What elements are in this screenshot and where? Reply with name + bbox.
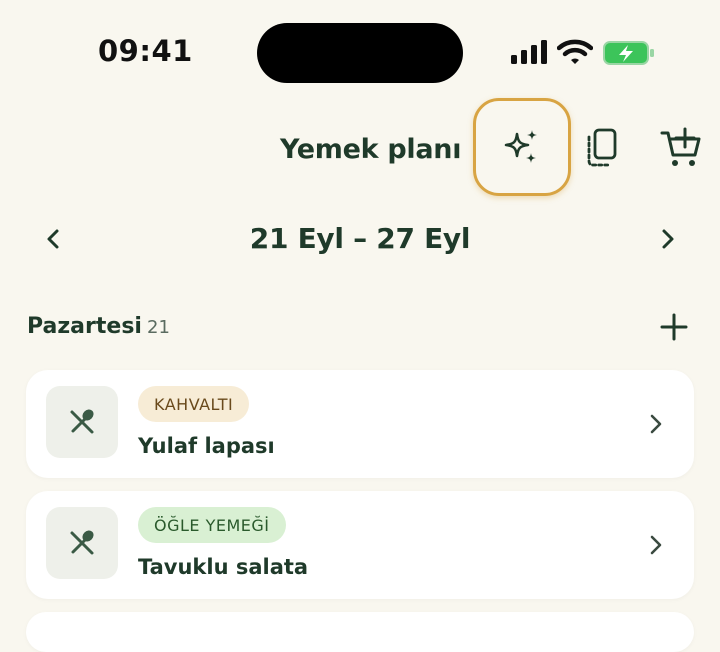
- day-number: 21: [147, 317, 170, 338]
- meal-thumbnail: [46, 507, 118, 579]
- chevron-right-icon: [650, 535, 662, 555]
- meal-card[interactable]: KAHVALTI Yulaf lapası: [26, 370, 694, 478]
- meal-type-badge: KAHVALTI: [138, 386, 250, 422]
- copy-icon: [587, 128, 617, 167]
- copy-week-button[interactable]: [578, 124, 624, 172]
- meal-name: Yulaf lapası: [138, 434, 275, 458]
- wifi-icon: [557, 39, 593, 64]
- add-to-cart-button[interactable]: [656, 124, 706, 172]
- page-title: Yemek planı: [280, 134, 462, 165]
- meal-type-badge: ÖĞLE YEMEĞİ: [138, 507, 286, 543]
- ai-suggest-button[interactable]: [473, 98, 571, 196]
- chevron-right-icon: [650, 414, 662, 434]
- dynamic-island: [257, 23, 463, 83]
- fork-spoon-icon: [70, 409, 94, 434]
- status-time: 09:41: [98, 34, 193, 68]
- cellular-signal-icon: [511, 40, 547, 64]
- chevron-right-icon[interactable]: [653, 224, 683, 254]
- add-meal-button[interactable]: [656, 309, 692, 345]
- cart-add-icon: [660, 127, 701, 166]
- week-range: 21 Eyl – 27 Eyl: [249, 222, 471, 255]
- battery-charging-icon: [603, 41, 654, 65]
- fork-spoon-icon: [70, 530, 94, 555]
- sparkle-icon: [504, 130, 537, 163]
- meal-card[interactable]: ÖĞLE YEMEĞİ Tavuklu salata: [26, 491, 694, 599]
- day-name: Pazartesi: [27, 314, 142, 339]
- meal-card[interactable]: [26, 612, 694, 652]
- meal-name: Tavuklu salata: [138, 555, 309, 579]
- status-bar: 09:41: [0, 0, 720, 100]
- meal-thumbnail: [46, 386, 118, 458]
